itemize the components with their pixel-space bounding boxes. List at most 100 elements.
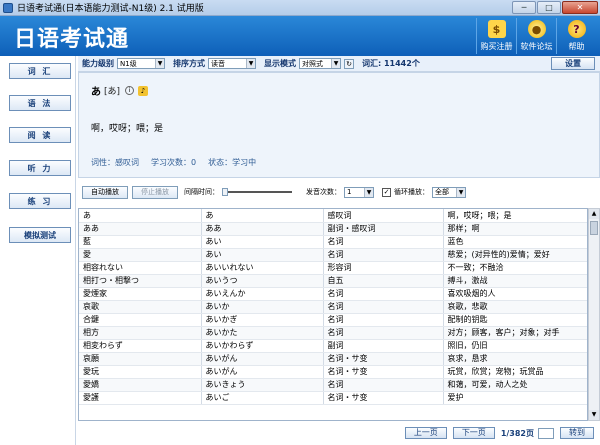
loop-value: 全部 (435, 188, 449, 196)
app-header: 日语考试通 $ 购买注册 ● 软件论坛 ? 帮助 (0, 16, 600, 56)
chevron-down-icon: ▼ (246, 59, 255, 68)
table-cell: 哀求，恳求 (443, 352, 587, 366)
table-cell: 配制的钥匙 (443, 313, 587, 327)
table-cell: あいえんか (201, 287, 324, 301)
table-cell: 不一致；不融洽 (443, 261, 587, 275)
table-cell: 搏斗，激战 (443, 274, 587, 288)
table-row[interactable]: 相打つ・相撃つ あいうつ 自五 搏斗，激战 (79, 274, 587, 288)
display-select[interactable]: 对照式 ▼ (299, 58, 341, 69)
table-cell: 哀願 (79, 352, 202, 366)
sort-select[interactable]: 读音 ▼ (208, 58, 256, 69)
maximize-button[interactable]: □ (537, 1, 561, 14)
table-cell: 喜欢吸烟的人 (443, 287, 587, 301)
table-cell: 自五 (323, 274, 444, 288)
table-cell: 名词 (323, 235, 444, 249)
table-scrollbar[interactable]: ▲ ▼ (588, 208, 600, 421)
table-cell: 名词 (323, 326, 444, 340)
table-row[interactable]: ああ ああ 副词・感叹词 那样；啊 (79, 222, 587, 236)
window-title: 日语考试通(日本语能力测试-N1级) 2.1 试用版 (17, 4, 204, 14)
table-cell: ああ (201, 222, 324, 236)
table-cell: 愛 (79, 248, 202, 262)
loop-label: 循环播放： (394, 188, 429, 196)
loop-checkbox[interactable]: ✓ (382, 187, 391, 197)
table-row[interactable]: ああ感叹词 啊，哎呀；喂；是 (79, 209, 587, 223)
table-cell: あいいれない (201, 261, 324, 275)
setup-button[interactable]: 设置 (551, 57, 595, 70)
goto-button[interactable]: 转到 (560, 427, 594, 439)
table-cell: 名词 (323, 378, 444, 392)
word-meaning: 啊，哎呀；喂；是 (91, 124, 164, 134)
interval-slider[interactable] (222, 187, 292, 197)
table-row[interactable]: 哀歌 あいか 名词 哀歌，悲歌 (79, 300, 587, 314)
page-input[interactable] (538, 427, 554, 439)
table-cell: 哀歌，悲歌 (443, 300, 587, 314)
table-cell: 蓝色 (443, 235, 587, 249)
table-row[interactable]: 愛煙家 あいえんか 名词 喜欢吸烟的人 (79, 287, 587, 301)
help-button[interactable]: ? 帮助 (556, 18, 596, 54)
auto-play-button[interactable]: 自动播放 (82, 185, 128, 199)
display-value: 对照式 (302, 59, 323, 68)
table-cell: 副词・感叹词 (323, 222, 444, 236)
close-button[interactable]: ✕ (562, 1, 598, 14)
table-row[interactable]: 合鍵 あいかぎ 名词 配制的钥匙 (79, 313, 587, 327)
register-button[interactable]: $ 购买注册 (476, 18, 516, 54)
table-cell: 名词・サ变 (323, 352, 444, 366)
refresh-icon[interactable]: ↻ (344, 58, 354, 69)
table-cell: 愛嬌 (79, 378, 202, 392)
chevron-down-icon: ▼ (456, 187, 465, 197)
speaker-icon[interactable]: ♪ (138, 85, 149, 96)
table-row[interactable]: 愛護 あいご 名词・サ变 爱护 (79, 391, 587, 405)
chevron-down-icon: ▼ (155, 59, 164, 68)
loop-select[interactable]: 全部 ▼ (432, 186, 466, 198)
table-cell: 相方 (79, 326, 202, 340)
table-row[interactable]: 哀願 あいがん 名词・サ变 哀求，恳求 (79, 352, 587, 366)
next-page-button[interactable]: 下一页 (452, 427, 495, 439)
table-row[interactable]: 相変わらず あいかわらず 副词 照旧，仍旧 (79, 339, 587, 353)
forum-button[interactable]: ● 软件论坛 (516, 18, 556, 54)
table-cell: あいご (201, 391, 324, 405)
info-icon[interactable]: i (125, 86, 135, 95)
table-row[interactable]: 藍あい 名词 蓝色 (79, 235, 587, 249)
table-cell: 愛煙家 (79, 287, 202, 301)
help-icon: ? (567, 20, 586, 38)
sidebar-item-grammar[interactable]: 语 法 (9, 95, 71, 111)
table-cell: 愛護 (79, 391, 202, 405)
scroll-down-icon[interactable]: ▼ (589, 410, 599, 420)
word-detail-panel: あ [あ] i ♪ 啊，哎呀；喂；是 词性：感叹词 学习次数：0 状态：学习中 (78, 72, 600, 178)
table-row[interactable]: 愛嬌 あいきょう 名词 和蔼，可爱，动人之处 (79, 378, 587, 392)
word-pos: 词性：感叹词 (91, 158, 139, 167)
table-cell: あいうつ (201, 274, 324, 288)
level-label: 能力级别 (82, 59, 114, 68)
settings-bar: 能力级别 N1级 ▼ 排序方式 读音 ▼ 显示模式 对照式 ▼ ↻ 词汇: 11… (78, 56, 600, 72)
table-cell: 名词 (323, 300, 444, 314)
table-row[interactable]: 愛あい 名词 慈爱；(对异性的)爱情；爱好 (79, 248, 587, 262)
scroll-thumb[interactable] (590, 221, 598, 235)
slider-thumb[interactable] (222, 188, 228, 196)
level-select[interactable]: N1级 ▼ (117, 58, 165, 69)
table-cell: 感叹词 (323, 209, 444, 223)
sidebar-item-practice[interactable]: 练 习 (9, 193, 71, 209)
table-row[interactable]: 相方 あいかた 名词 对方；顾客，客户；对象；对手 (79, 326, 587, 340)
sidebar-item-mock-test[interactable]: 模拟测试 (9, 227, 71, 243)
table-row[interactable]: 相容れない あいいれない 形容词 不一致；不融洽 (79, 261, 587, 275)
scroll-up-icon[interactable]: ▲ (589, 209, 599, 219)
word-table: ああ感叹词 啊，哎呀；喂；是 ああ ああ 副词・感叹词 那样；啊藍あい 名词 蓝色愛あい 名词慈… (78, 208, 588, 421)
sidebar-item-reading[interactable]: 阅 读 (9, 127, 71, 143)
table-cell: あいがん (201, 365, 324, 379)
table-cell: 那样；啊 (443, 222, 587, 236)
sidebar-item-listening[interactable]: 听 力 (9, 160, 71, 176)
sidebar-item-vocabulary[interactable]: 词 汇 (9, 63, 71, 79)
stop-play-button[interactable]: 停止播放 (132, 185, 178, 199)
table-cell: あいきょう (201, 378, 324, 392)
playback-controls: 自动播放 停止播放 间隔时间： 发音次数： 1 ▼ ✓ 循环播放： 全部 ▼ (78, 180, 600, 204)
table-row[interactable]: 愛玩 あいがん 名词・サ变 玩赏，欣赏；宠物；玩赏品 (79, 365, 587, 379)
table-cell: あい (201, 235, 324, 249)
prev-page-button[interactable]: 上一页 (404, 427, 447, 439)
study-status: 状态：学习中 (208, 158, 257, 167)
table-cell: 名词 (323, 248, 444, 262)
repeat-select[interactable]: 1 ▼ (344, 186, 374, 198)
table-cell: あいかぎ (201, 313, 324, 327)
table-cell: 形容词 (323, 261, 444, 275)
minimize-button[interactable]: ─ (512, 1, 536, 14)
table-cell: 哀歌 (79, 300, 202, 314)
